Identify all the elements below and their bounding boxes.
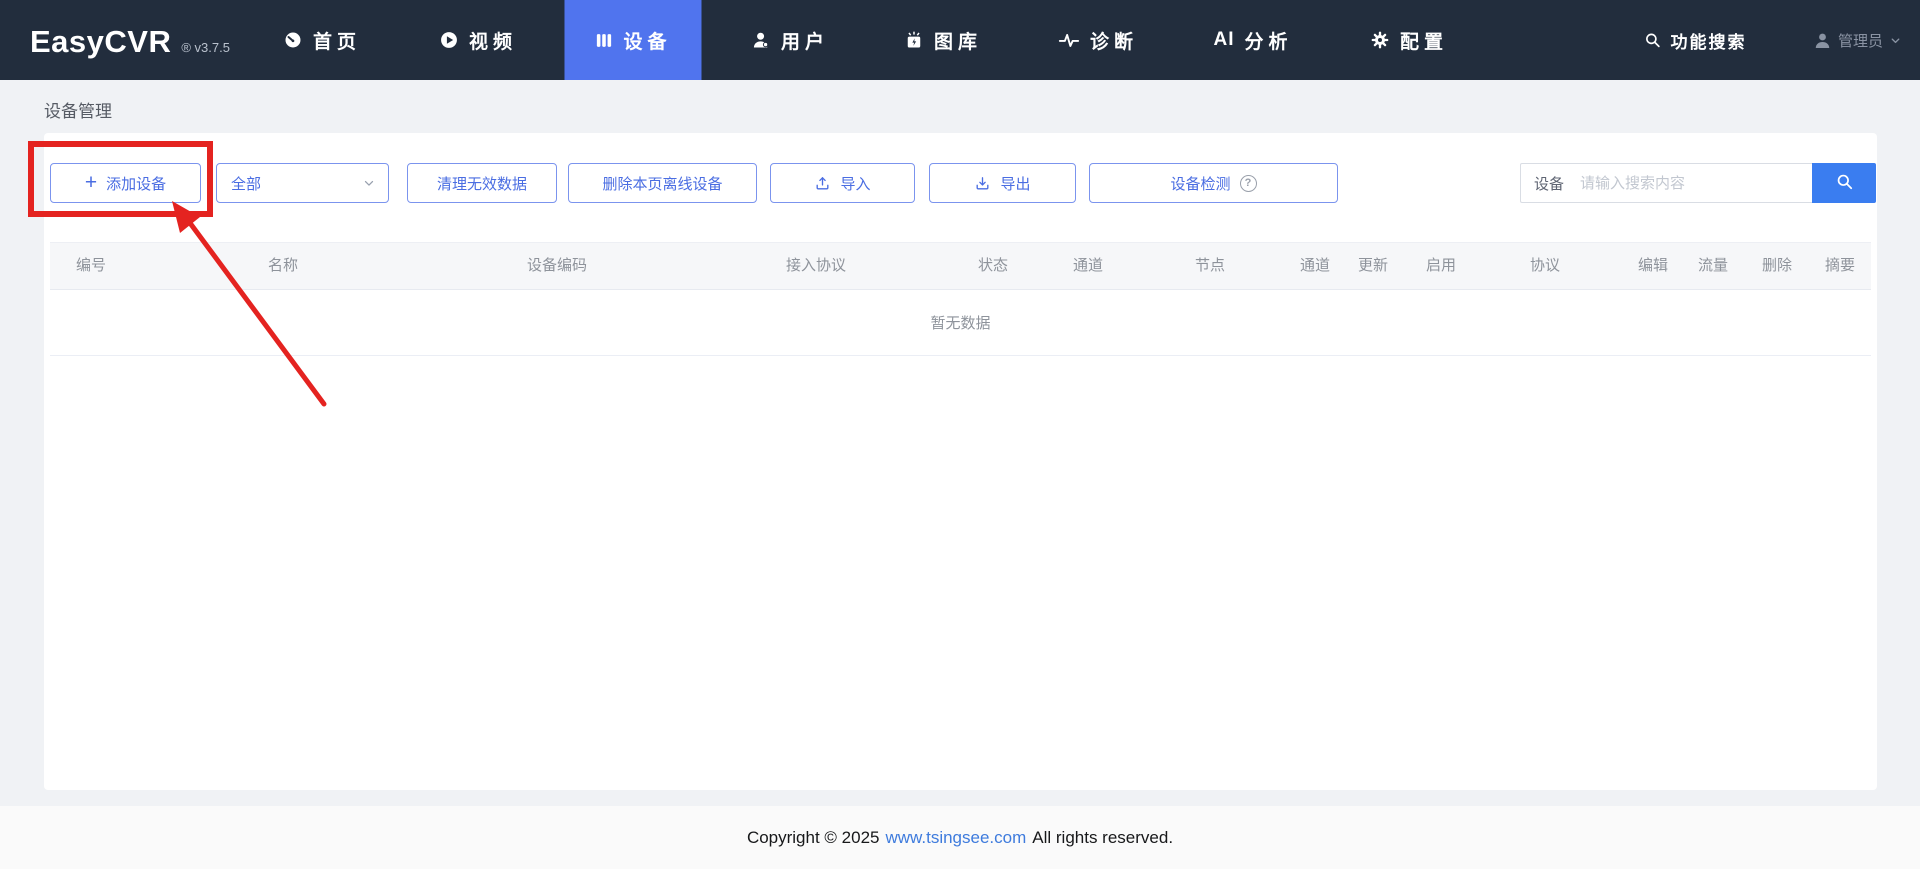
nav-item-config[interactable]: 配置 (1356, 0, 1462, 80)
search-button[interactable] (1812, 163, 1876, 203)
ai-icon: AI (1213, 29, 1235, 50)
device-detect-button[interactable]: 设备检测 ? (1089, 163, 1338, 203)
device-icon (594, 31, 613, 50)
footer: Copyright © 2025 www.tsingsee.com All ri… (0, 806, 1920, 869)
clean-invalid-data-label: 清理无效数据 (436, 175, 527, 193)
add-device-button[interactable]: + 添加设备 (50, 163, 201, 203)
column-header: 名称 (267, 257, 299, 274)
nav-item-label: 图库 (933, 31, 983, 53)
nav-item-diagnosis[interactable]: 诊断 (1044, 0, 1152, 80)
column-header: 状态 (977, 257, 1009, 274)
add-device-label: 添加设备 (106, 175, 167, 193)
nav-item-label: 诊断 (1089, 31, 1139, 53)
device-management-card: + 添加设备 全部 清理无效数据 删除本页离线设备 导入 导出 设备检测 ? 设… (44, 133, 1877, 790)
filter-select[interactable]: 全部 (216, 163, 389, 203)
magnifier-icon (1835, 172, 1854, 194)
search-input-box[interactable]: 设备 (1520, 163, 1812, 203)
nav-item-home[interactable]: 首页 (269, 0, 375, 80)
nav-item-label: 视频 (468, 31, 518, 53)
page-title: 设备管理 (44, 102, 112, 121)
gallery-icon (904, 30, 924, 50)
empty-data-row: 暂无数据 (50, 290, 1871, 356)
column-header: 协议 (1529, 257, 1561, 274)
dashboard-icon (283, 30, 303, 50)
search-field-select[interactable]: 设备 (1534, 173, 1564, 194)
column-header: 接入协议 (785, 257, 847, 274)
column-header: 删除 (1761, 257, 1793, 274)
empty-data-text: 暂无数据 (930, 315, 991, 332)
device-search: 设备 (1520, 163, 1876, 203)
column-header: 更新 (1357, 257, 1389, 274)
column-header: 设备编码 (526, 257, 588, 274)
filter-select-value: 全部 (231, 175, 262, 193)
nav-item-label: 分析 (1244, 31, 1293, 53)
gear-icon (1370, 30, 1390, 50)
nav-item-label: 配置 (1399, 31, 1449, 53)
column-header: 编辑 (1637, 257, 1669, 274)
column-header: 通道 (1072, 257, 1104, 274)
device-detect-label: 设备检测 (1170, 175, 1231, 193)
column-header: 编号 (76, 257, 107, 274)
diagnosis-icon (1058, 29, 1080, 51)
search-input[interactable] (1580, 174, 1812, 192)
function-search[interactable]: 功能搜索 (1644, 0, 1747, 80)
account-label: 管理员 (1837, 32, 1883, 50)
column-header: 启用 (1425, 257, 1457, 274)
import-label: 导入 (840, 175, 871, 193)
chevron-down-icon (1889, 34, 1902, 47)
account-menu[interactable]: 管理员 (1813, 0, 1902, 80)
export-button[interactable]: 导出 (929, 163, 1076, 203)
download-icon (974, 175, 991, 192)
column-header: 节点 (1194, 257, 1226, 274)
version-label: ® v3.7.5 (181, 40, 230, 55)
nav-item-label: 设备 (623, 31, 672, 53)
logo-text: EasyCVR (30, 24, 172, 59)
avatar-icon (1813, 31, 1832, 50)
column-header: 通道 (1299, 257, 1331, 274)
question-icon[interactable]: ? (1239, 174, 1257, 192)
function-search-label: 功能搜索 (1670, 32, 1747, 52)
clean-invalid-data-button[interactable]: 清理无效数据 (407, 163, 557, 203)
chevron-down-icon (362, 176, 376, 190)
search-icon (1644, 31, 1662, 49)
brand: EasyCVR ® v3.7.5 (30, 0, 230, 80)
rights-text: All rights reserved. (1032, 827, 1174, 847)
nav-item-user[interactable]: 用户 (737, 0, 843, 80)
import-button[interactable]: 导入 (770, 163, 915, 203)
upload-icon (814, 175, 831, 192)
user-icon (751, 30, 771, 50)
play-icon (439, 30, 459, 50)
top-nav: EasyCVR ® v3.7.5 首页 视频 设备 用户 图库 诊断 AI 分析… (0, 0, 1920, 80)
nav-item-label: 首页 (312, 31, 362, 53)
column-header: 摘要 (1824, 257, 1856, 274)
export-label: 导出 (1000, 175, 1031, 193)
plus-icon: + (84, 170, 98, 194)
nav-item-gallery[interactable]: 图库 (890, 0, 996, 80)
nav-item-video[interactable]: 视频 (425, 0, 531, 80)
copyright-text: Copyright © 2025 (746, 827, 880, 847)
footer-link[interactable]: www.tsingsee.com (885, 828, 1026, 848)
nav-item-device[interactable]: 设备 (564, 0, 702, 80)
column-header: 流量 (1697, 257, 1729, 274)
delete-offline-devices-button[interactable]: 删除本页离线设备 (568, 163, 757, 203)
table-header-row: 编号 名称 设备编码 接入协议 状态 通道 节点 通道 更新 启用 协议 编辑 … (50, 242, 1871, 290)
nav-item-label: 用户 (780, 31, 830, 53)
delete-offline-devices-label: 删除本页离线设备 (602, 175, 723, 193)
nav-item-ai-analysis[interactable]: AI 分析 (1199, 0, 1306, 80)
